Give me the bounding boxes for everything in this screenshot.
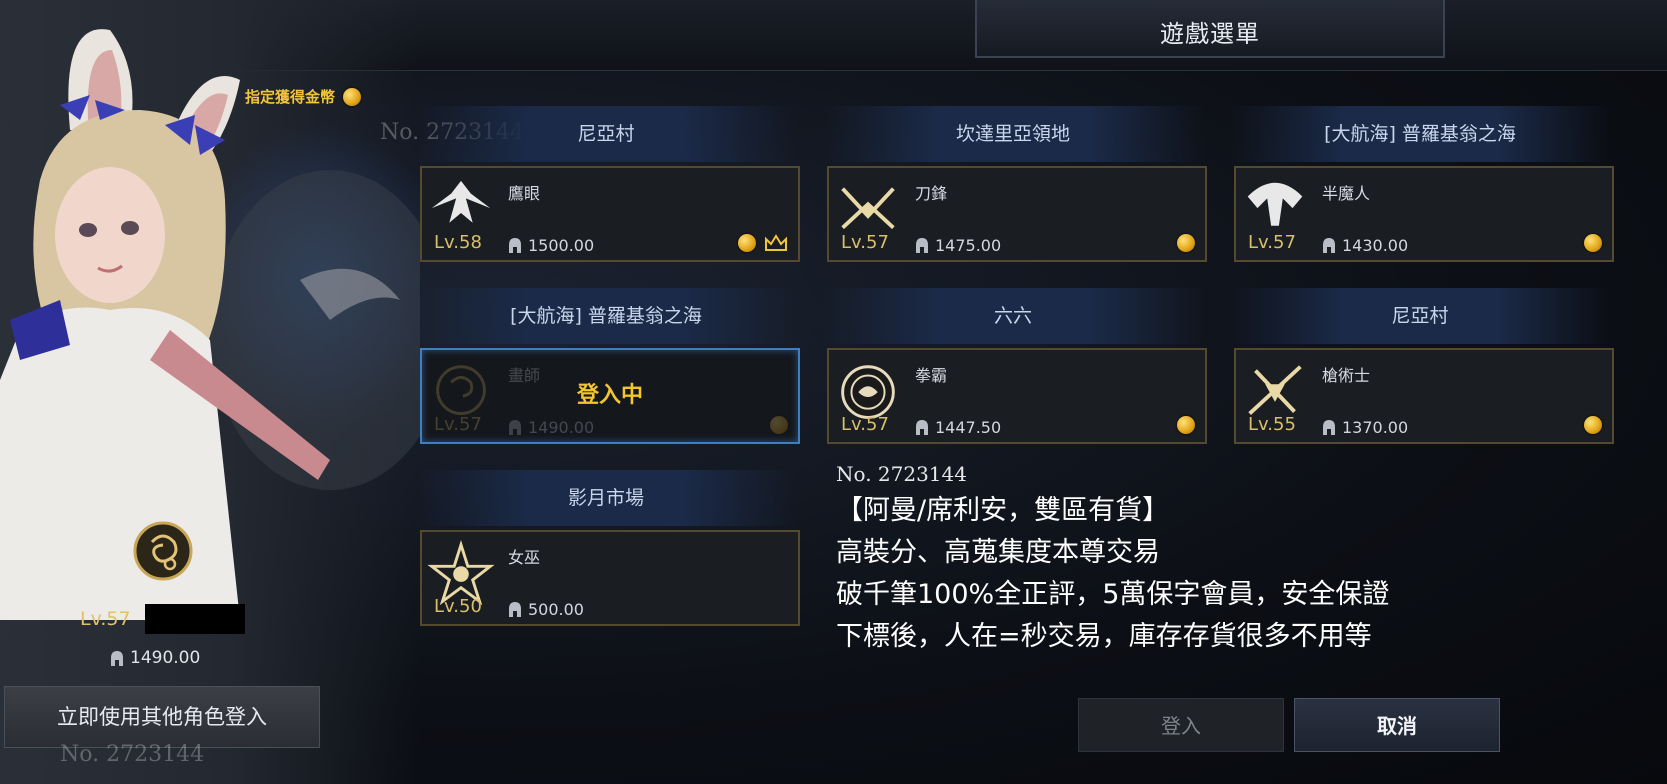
- login-button[interactable]: 登入: [1078, 698, 1284, 752]
- item-level: 1475.00: [915, 236, 1001, 255]
- crown-icon: [765, 234, 787, 251]
- item-level: 1370.00: [1322, 418, 1408, 437]
- item-level-value: 1430.00: [1342, 236, 1409, 255]
- character-card[interactable]: 畫師 Lv.57 1490.00 登入中: [420, 348, 800, 444]
- character-card[interactable]: 槍術士 Lv.55 1370.00: [1234, 348, 1614, 444]
- server-name: [大航海] 普羅基翁之海: [416, 288, 796, 344]
- gold-reward-label: 指定獲得金幣: [245, 88, 336, 106]
- character-level: Lv.57: [1248, 232, 1296, 253]
- class-name: 鷹眼: [508, 184, 541, 203]
- character-item-level: 1490.00: [110, 648, 200, 668]
- cancel-button[interactable]: 取消: [1294, 698, 1500, 752]
- listing-line: 下標後，人在=秒交易，庫存存貨很多不用等: [836, 621, 1372, 652]
- item-level: 1500.00: [508, 236, 594, 255]
- character-slot: [大航海] 普羅基翁之海半魔人 Lv.57 1430.00: [1230, 106, 1614, 262]
- item-level-value: 1500.00: [528, 236, 595, 255]
- class-name: 拳霸: [915, 366, 948, 385]
- item-level: 500.00: [508, 600, 584, 619]
- watermark: No. 2723144: [60, 742, 205, 767]
- helmet-icon: [916, 420, 928, 435]
- character-card[interactable]: 拳霸 Lv.57 1447.50: [827, 348, 1207, 444]
- character-level: Lv.57: [80, 608, 131, 630]
- character-name-redacted: [145, 604, 245, 634]
- character-level: Lv.57: [841, 414, 889, 435]
- card-badges: [1177, 416, 1195, 434]
- class-name: 刀鋒: [915, 184, 948, 203]
- helmet-icon: [1323, 420, 1335, 435]
- card-badges: [1584, 234, 1602, 252]
- character-level: Lv.58: [434, 232, 482, 253]
- class-name: 槍術士: [1322, 366, 1371, 385]
- item-level-value: 500.00: [528, 600, 584, 619]
- character-card[interactable]: 鷹眼 Lv.58 1500.00: [420, 166, 800, 262]
- game-menu-screen: 指定獲得金幣 Lv.57 1490.00 立即使用其他角色登入 遊戲選單 No.…: [0, 0, 1667, 784]
- character-portrait-panel: 指定獲得金幣 Lv.57 1490.00: [0, 0, 420, 784]
- character-slot: 尼亞村鷹眼 Lv.58 1500.00: [416, 106, 800, 262]
- character-level: Lv.55: [1248, 414, 1296, 435]
- character-slot: 尼亞村槍術士 Lv.55 1370.00: [1230, 288, 1614, 444]
- class-name: 女巫: [508, 548, 541, 567]
- helmet-icon: [509, 602, 521, 617]
- character-level: Lv.50: [434, 596, 482, 617]
- gold-coin-icon: [1584, 416, 1602, 434]
- server-name: 坎達里亞領地: [823, 106, 1203, 162]
- gold-coin-icon: [1177, 416, 1195, 434]
- server-name: [大航海] 普羅基翁之海: [1230, 106, 1610, 162]
- server-name: 尼亞村: [416, 106, 796, 162]
- gold-coin-icon: [1584, 234, 1602, 252]
- item-level-value: 1370.00: [1342, 418, 1409, 437]
- character-slot: [大航海] 普羅基翁之海 畫師 Lv.57 1490.00 登入中: [416, 288, 800, 444]
- listing-line: 高裝分、高蒐集度本尊交易: [836, 537, 1160, 568]
- title-plate: 遊戲選單: [975, 0, 1445, 58]
- helmet-icon: [916, 238, 928, 253]
- item-level: 1430.00: [1322, 236, 1408, 255]
- card-badges: [738, 234, 788, 252]
- character-slot: 坎達里亞領地刀鋒 Lv.57 1475.00: [823, 106, 1207, 262]
- character-card[interactable]: 女巫 Lv.50 500.00: [420, 530, 800, 626]
- helmet-icon: [509, 238, 521, 253]
- character-card[interactable]: 刀鋒 Lv.57 1475.00: [827, 166, 1207, 262]
- artist-class-emblem-icon: [133, 521, 193, 581]
- class-name: 半魔人: [1322, 184, 1371, 203]
- server-name: 六六: [823, 288, 1203, 344]
- window-title: 遊戲選單: [1160, 20, 1260, 48]
- gold-reward-tag: 指定獲得金幣: [245, 86, 362, 107]
- character-item-level-value: 1490.00: [130, 648, 201, 668]
- helmet-icon: [1323, 238, 1335, 253]
- logging-in-status: 登入中: [576, 383, 643, 408]
- listing-line: 【阿曼/席利安，雙區有貨】: [836, 495, 1170, 526]
- listing-description: No. 2723144 【阿曼/席利安，雙區有貨】 高裝分、高蒐集度本尊交易 破…: [836, 462, 1389, 658]
- listing-line: 破千筆100%全正評，5萬保字會員，安全保證: [836, 579, 1390, 610]
- helmet-icon: [111, 650, 123, 666]
- login-other-character-button[interactable]: 立即使用其他角色登入: [4, 686, 320, 748]
- listing-number: No. 2723144: [836, 462, 967, 486]
- gold-coin-icon: [1177, 234, 1195, 252]
- card-badges: [1584, 416, 1602, 434]
- gold-coin-icon: [738, 234, 756, 252]
- gold-coin-icon: [343, 87, 362, 106]
- character-card[interactable]: 半魔人 Lv.57 1430.00: [1234, 166, 1614, 262]
- character-level: Lv.57: [841, 232, 889, 253]
- item-level-value: 1475.00: [935, 236, 1002, 255]
- server-name: 尼亞村: [1230, 288, 1610, 344]
- item-level: 1447.50: [915, 418, 1001, 437]
- item-level-value: 1447.50: [935, 418, 1002, 437]
- character-slot: 六六拳霸 Lv.57 1447.50: [823, 288, 1207, 444]
- character-slot: 影月市場女巫 Lv.50 500.00: [416, 470, 800, 626]
- server-name: 影月市場: [416, 470, 796, 526]
- card-badges: [1177, 234, 1195, 252]
